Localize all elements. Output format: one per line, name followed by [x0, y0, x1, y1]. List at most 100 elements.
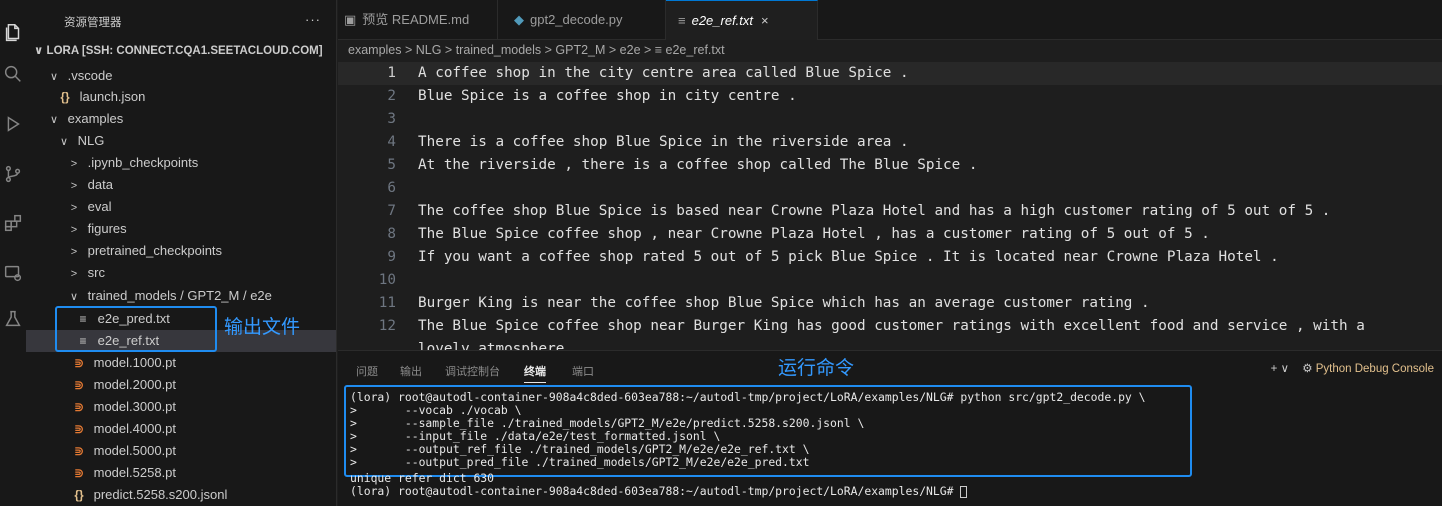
python-debug-console-label[interactable]: Python Debug Console	[1316, 363, 1434, 375]
workspace-root[interactable]: ∨ LORA [SSH: CONNECT.CQA1.SEETACLOUD.COM…	[34, 43, 323, 63]
terminal-cursor	[960, 485, 968, 498]
line-number: 6	[387, 180, 396, 196]
line-number: 1	[387, 65, 396, 81]
line-text: lovely atmosphere .	[418, 341, 582, 350]
chevron-down-icon: ∨	[49, 71, 59, 83]
run-debug-icon[interactable]	[2, 113, 24, 135]
code-line: 4 There is a coffee shop Blue Spice in th…	[338, 131, 1442, 154]
pytorch-file-icon: ⋑	[73, 422, 85, 436]
activity-bar	[0, 0, 26, 506]
tree-item-launch-json[interactable]: {} launch.json	[26, 86, 336, 108]
tree-item-src[interactable]: > src	[26, 262, 336, 284]
tree-item-ipynb-checkpoints[interactable]: > .ipynb_checkpoints	[26, 152, 336, 174]
source-control-icon[interactable]	[2, 163, 24, 185]
tree-item-label: model.5258.pt	[93, 465, 177, 480]
line-number: 10	[378, 272, 396, 288]
panel-actions: + ∨ ⚙ Python Debug Console	[1271, 361, 1434, 375]
tree-item-label: examples	[67, 111, 124, 126]
code-line: 2 Blue Spice is a coffee shop in city cen…	[338, 85, 1442, 108]
tree-item-label: src	[87, 265, 105, 280]
tree-item-predict-jsonl[interactable]: {} predict.5258.s200.jsonl	[26, 484, 336, 506]
testing-icon[interactable]	[2, 308, 24, 330]
python-file-icon: ◆	[514, 12, 524, 27]
tree-item-eval[interactable]: > eval	[26, 196, 336, 218]
tree-item-label: .vscode	[67, 68, 113, 83]
line-number: 7	[387, 203, 396, 219]
tree-item-trained-models[interactable]: ∨ trained_models / GPT2_M / e2e	[26, 285, 336, 307]
terminal-line: > --output_pred_file ./trained_models/GP…	[350, 455, 810, 469]
tree-item-examples[interactable]: ∨ examples	[26, 108, 336, 130]
tab-readme-preview[interactable]: ▣ 预览 README.md	[338, 0, 498, 40]
line-text: Blue Spice is a coffee shop in city cent…	[418, 88, 797, 104]
tree-item-model-5000[interactable]: ⋑ model.5000.pt	[26, 440, 336, 462]
pytorch-file-icon: ⋑	[73, 400, 85, 414]
tree-item-label: pretrained_checkpoints	[87, 243, 223, 258]
terminal-prompt: (lora) root@autodl-container-908a4c8ded-…	[350, 484, 961, 498]
tab-label: 预览 README.md	[362, 12, 470, 27]
run-command-annotation: 运行命令	[778, 358, 855, 379]
tree-item-model-3000[interactable]: ⋑ model.3000.pt	[26, 396, 336, 418]
json-file-icon: {}	[60, 90, 70, 104]
chevron-right-icon: >	[70, 246, 78, 258]
files-icon[interactable]	[2, 22, 24, 44]
pytorch-file-icon: ⋑	[73, 444, 85, 458]
tree-item-model-4000[interactable]: ⋑ model.4000.pt	[26, 418, 336, 440]
code-line: 10	[338, 269, 1442, 292]
line-number: 11	[378, 295, 396, 311]
tab-ports[interactable]: 端口	[572, 363, 594, 379]
line-number: 5	[387, 157, 396, 173]
tree-item-model-5258[interactable]: ⋑ model.5258.pt	[26, 462, 336, 484]
tab-terminal[interactable]: 终端	[524, 363, 546, 383]
tree-item-label: NLG	[77, 133, 105, 148]
chevron-down-icon: ∨	[69, 291, 79, 303]
tree-item-data[interactable]: > data	[26, 174, 336, 196]
tab-debug-console[interactable]: 调试控制台	[445, 363, 500, 379]
chevron-right-icon: >	[70, 268, 78, 280]
debug-console-icon: ⚙	[1302, 363, 1313, 375]
explorer-sidebar: 资源管理器 ··· ∨ LORA [SSH: CONNECT.CQA1.SEET…	[26, 0, 337, 506]
tree-item-figures[interactable]: > figures	[26, 218, 336, 240]
tree-item-label: .ipynb_checkpoints	[87, 155, 199, 170]
tree-item-model-2000[interactable]: ⋑ model.2000.pt	[26, 374, 336, 396]
code-line: 7 The coffee shop Blue Spice is based nea…	[338, 200, 1442, 223]
breadcrumb[interactable]: examples > NLG > trained_models > GPT2_M…	[348, 43, 725, 57]
text-file-icon: ≡	[678, 13, 686, 28]
tab-e2e-ref[interactable]: ≡ e2e_ref.txt ×	[666, 0, 818, 40]
workspace-root-label: LORA [SSH: CONNECT.CQA1.SEETACLOUD.COM]	[46, 45, 323, 57]
chevron-down-icon: ∨	[49, 114, 59, 126]
preview-icon: ▣	[344, 12, 357, 27]
close-icon[interactable]: ×	[761, 13, 769, 28]
tab-problems[interactable]: 问题	[356, 363, 378, 379]
tree-item-label: trained_models / GPT2_M / e2e	[87, 288, 272, 303]
json-file-icon: {}	[74, 488, 84, 502]
tab-gpt2-decode[interactable]: ◆ gpt2_decode.py	[498, 0, 666, 40]
tab-output[interactable]: 输出	[400, 363, 422, 379]
tree-item-vscode[interactable]: ∨ .vscode	[26, 65, 336, 87]
tree-item-nlg[interactable]: ∨ NLG	[26, 130, 336, 152]
pytorch-file-icon: ⋑	[73, 356, 85, 370]
tree-item-model-1000[interactable]: ⋑ model.1000.pt	[26, 352, 336, 374]
line-number: 2	[387, 88, 396, 104]
line-number: 9	[387, 249, 396, 265]
output-files-highlight	[55, 306, 217, 352]
chevron-right-icon: >	[70, 224, 78, 236]
pytorch-file-icon: ⋑	[73, 466, 85, 480]
line-text: Burger King is near the coffee shop Blue…	[418, 295, 1150, 311]
bottom-panel: 问题 输出 调试控制台 终端 端口 运行命令 + ∨ ⚙ Python Debu…	[338, 350, 1442, 506]
line-number: 4	[387, 134, 396, 150]
tab-label: gpt2_decode.py	[530, 12, 623, 27]
editor-tabs: ▣ 预览 README.md ◆ gpt2_decode.py ≡ e2e_ref.t…	[338, 0, 1442, 40]
new-terminal-icon[interactable]: + ∨	[1271, 363, 1289, 375]
code-line: 5 At the riverside , there is a coffee sh…	[338, 154, 1442, 177]
code-line: 9 If you want a coffee shop rated 5 out o…	[338, 246, 1442, 269]
chevron-down-icon: ∨	[34, 45, 47, 57]
remote-explorer-icon[interactable]	[2, 262, 24, 284]
extensions-icon[interactable]	[2, 212, 24, 234]
pytorch-file-icon: ⋑	[73, 378, 85, 392]
line-number: 8	[387, 226, 396, 242]
tab-label: e2e_ref.txt	[691, 13, 754, 28]
line-text: The Blue Spice coffee shop near Burger K…	[418, 318, 1365, 334]
tree-item-pretrained-checkpoints[interactable]: > pretrained_checkpoints	[26, 240, 336, 262]
more-actions-icon[interactable]: ···	[305, 12, 321, 27]
search-icon[interactable]	[2, 63, 24, 85]
